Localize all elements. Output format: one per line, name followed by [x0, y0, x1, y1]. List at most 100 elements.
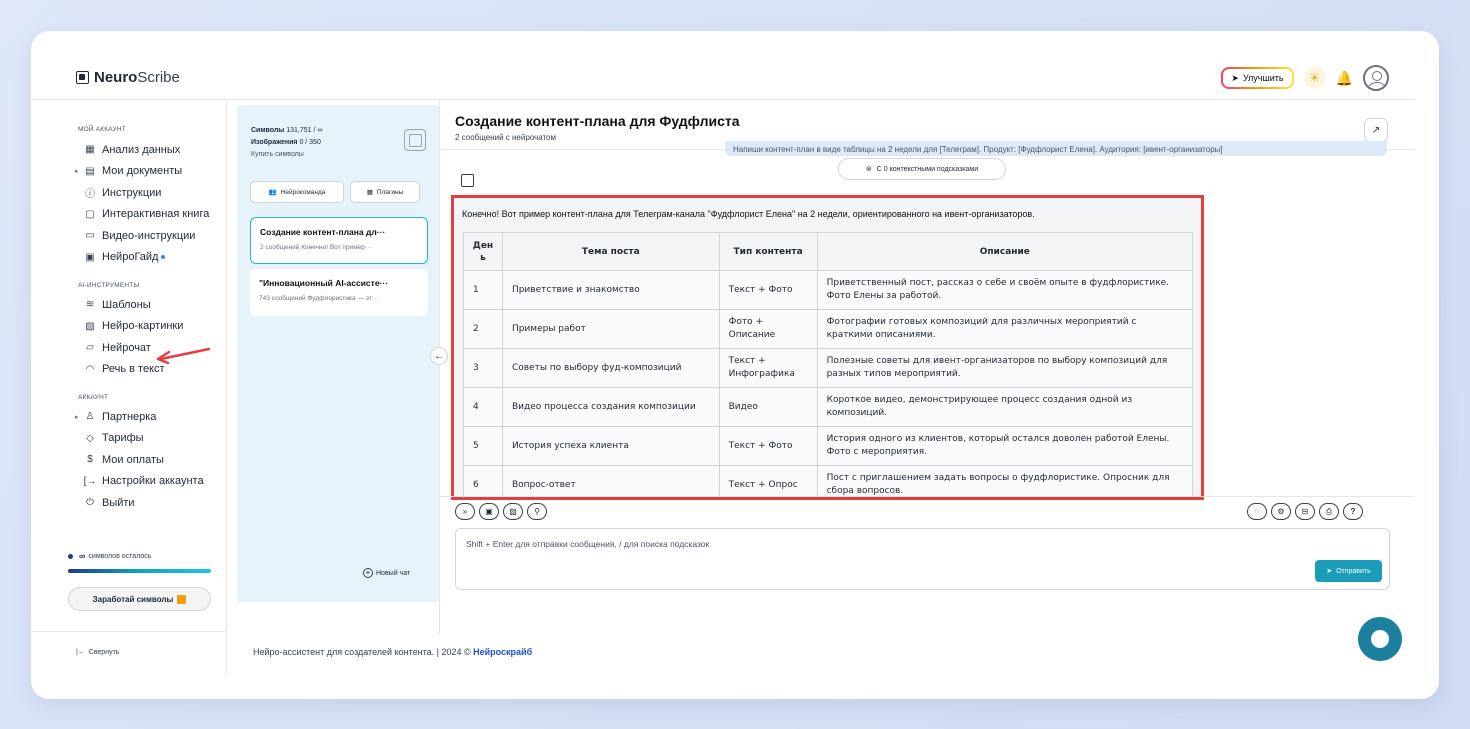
cell-topic: Советы по выбору фуд-композиций: [501, 348, 720, 388]
buy-symbols-link[interactable]: Купить символы: [251, 149, 322, 161]
sidebar-item-payments[interactable]: $ Мои оплаты: [83, 449, 226, 471]
sidebar-item-neuro-images[interactable]: ▧ Нейро-картинки: [83, 316, 226, 338]
collapse-panel-arrow-icon[interactable]: ←: [430, 347, 448, 365]
plugins-label: Плагины: [376, 188, 404, 196]
table-row: 1 Приветствие и знакомство Текст + Фото При…: [463, 270, 1194, 310]
sidebar-item-label: Мои документы: [102, 165, 183, 178]
sidebar-bottom-divider: [31, 631, 226, 632]
section-title-ai-tools: AI-инструменты: [78, 282, 140, 289]
context-hints-pill[interactable]: ⊛ С 0 контекстными подсказками: [838, 158, 1006, 180]
upgrade-label: Улучшить: [1242, 73, 1284, 83]
input-toolbar-left: » ▣ ▨ ⚲: [455, 503, 547, 520]
wand-icon[interactable]: ⚲: [527, 503, 547, 520]
sidebar-item-label: Шаблоны: [102, 298, 151, 311]
sidebar-item-interactive-book[interactable]: ▢ Интерактивная книга: [83, 204, 226, 226]
copy-icon[interactable]: [461, 174, 474, 187]
input-toolbar-right: ◌ ⚙ ⊟ ⎙ ?: [1247, 503, 1363, 520]
login-icon: [→: [83, 475, 97, 487]
message-input-placeholder: Shift + Enter для отправки сообщения, / …: [466, 539, 710, 549]
share-icon[interactable]: ↗: [1364, 118, 1388, 142]
sidebar-divider: [226, 100, 227, 675]
chat-item-active[interactable]: Создание контент-плана дл··· 2 сообщений…: [250, 217, 428, 264]
sidebar-item-instructions[interactable]: ⓘ Инструкции: [83, 182, 226, 204]
new-chat-button[interactable]: + Новый чат: [363, 568, 410, 578]
top-bar: Neuro Scribe ➤ Улучшить ☀ 🔔: [31, 31, 1439, 99]
print-icon[interactable]: ⎙: [1319, 503, 1339, 520]
symbols-info: Символы 131,751 / ∞ Изображения 0 / 350 …: [251, 125, 322, 161]
cell-day: 6: [463, 465, 503, 497]
user-avatar-icon[interactable]: [1363, 65, 1389, 91]
caret-right-icon[interactable]: ▸: [75, 167, 79, 175]
power-icon: ⏻: [86, 497, 94, 509]
app-window: Neuro Scribe ➤ Улучшить ☀ 🔔 Мой аккаунт ▦…: [31, 31, 1439, 699]
section-title-account: Мой аккаунт: [78, 126, 126, 133]
logo[interactable]: Neuro Scribe: [76, 69, 180, 86]
upgrade-button[interactable]: ➤ Улучшить: [1221, 67, 1293, 89]
cell-type: Фото + Описание: [718, 309, 818, 349]
sidebar-item-video-instructions[interactable]: ▭ Видео-инструкции: [83, 225, 226, 247]
column-header: Описание: [816, 232, 1194, 271]
cell-desc: Полезные советы для ивент-организаторов …: [816, 348, 1194, 388]
image-upload-icon[interactable]: ▨: [503, 503, 523, 520]
chat-item[interactable]: "Инновационный AI-ассисте··· 743 сообщен…: [250, 269, 428, 316]
cell-topic: Вопрос-ответ: [501, 465, 720, 497]
cell-desc: Короткое видео, демонстрирующее процесс …: [816, 387, 1194, 427]
grid-icon: ▦: [85, 144, 95, 156]
earn-label: Заработай символы: [92, 594, 174, 604]
book-icon: ▢: [85, 208, 95, 220]
message-input[interactable]: Shift + Enter для отправки сообщения, / …: [455, 528, 1390, 590]
sidebar-item-account-settings[interactable]: [→ Настройки аккаунта: [83, 471, 226, 493]
prompt-icon[interactable]: ◌: [1247, 503, 1267, 520]
neuroteam-button[interactable]: 👥 Нейрокоманда: [250, 181, 344, 203]
sidebar-item-neuroguide[interactable]: ▣ НейроГайд: [83, 247, 226, 269]
images-value: 0 / 350: [299, 139, 321, 146]
bullet-icon: [68, 553, 73, 559]
collapse-label: Свернуть: [88, 649, 120, 656]
document-icon: ▤: [85, 165, 95, 177]
chat-icon: ▱: [86, 342, 94, 354]
copy-layers-icon: [404, 129, 426, 151]
table-row: 6 Вопрос-ответ Текст + Опрос Пост с приглаш…: [463, 465, 1194, 497]
sidebar-item-label: Интерактивная книга: [102, 208, 210, 221]
support-chat-button[interactable]: [1358, 617, 1402, 661]
chevrons-down-icon[interactable]: »: [455, 503, 475, 520]
cell-desc: Пост с приглашением задать вопросы о фуд…: [816, 465, 1194, 497]
plugins-button[interactable]: ▦ Плагины: [350, 181, 420, 203]
logo-icon: [76, 71, 89, 84]
caret-right-icon[interactable]: ▸: [75, 413, 79, 421]
cell-day: 1: [463, 270, 503, 310]
document-icon[interactable]: ⊟: [1295, 503, 1315, 520]
cell-type: Текст + Опрос: [718, 465, 818, 497]
table-row: 2 Примеры работ Фото + Описание Фотографии …: [463, 309, 1194, 349]
sidebar-item-partners[interactable]: ▸ ♙ Партнерка: [75, 406, 226, 428]
sidebar-item-logout[interactable]: ⏻ Выйти: [83, 492, 226, 514]
send-button[interactable]: ➤ Отправить: [1315, 560, 1382, 582]
footer-link[interactable]: Нейроскрайб: [473, 647, 532, 657]
collapse-sidebar-button[interactable]: |← Свернуть: [76, 649, 119, 656]
users-icon: ♙: [85, 411, 95, 423]
sidebar-item-label: Нейро-картинки: [102, 320, 184, 333]
sidebar-item-data-analysis[interactable]: ▦ Анализ данных: [83, 139, 226, 161]
column-header: Тип контента: [718, 232, 818, 271]
save-icon[interactable]: ▣: [479, 503, 499, 520]
chats-panel: Символы 131,751 / ∞ Изображения 0 / 350 …: [237, 105, 439, 602]
sidebar-item-tariffs[interactable]: ◇ Тарифы: [83, 428, 226, 450]
theme-toggle-sun-icon[interactable]: ☀: [1303, 67, 1326, 89]
input-divider: [440, 496, 1415, 497]
help-icon[interactable]: ?: [1343, 503, 1363, 520]
footer-text: Нейро-ассистент для создателей контента.…: [253, 647, 474, 657]
symbols-progress: ∞ символов осталось: [68, 551, 211, 573]
tag-icon: ◇: [86, 432, 94, 444]
cell-desc: Приветственный пост, рассказ о себе и св…: [816, 270, 1194, 310]
cell-type: Текст + Фото: [718, 426, 818, 466]
symbols-label: Символы: [251, 127, 285, 134]
earn-symbols-button[interactable]: Заработай символы: [68, 587, 211, 611]
dollar-icon: $: [87, 454, 93, 466]
sidebar-item-my-documents[interactable]: ▸ ▤ Мои документы: [75, 161, 226, 183]
send-icon: ➤: [1326, 568, 1333, 575]
settings-icon[interactable]: ⚙: [1271, 503, 1291, 520]
bell-icon[interactable]: 🔔: [1336, 70, 1353, 87]
chat-subtitle: 743 сообщений Фудфлористика — эт···: [259, 295, 379, 302]
sidebar-item-templates[interactable]: ≋ Шаблоны: [83, 294, 226, 316]
send-label: Отправить: [1336, 567, 1371, 575]
